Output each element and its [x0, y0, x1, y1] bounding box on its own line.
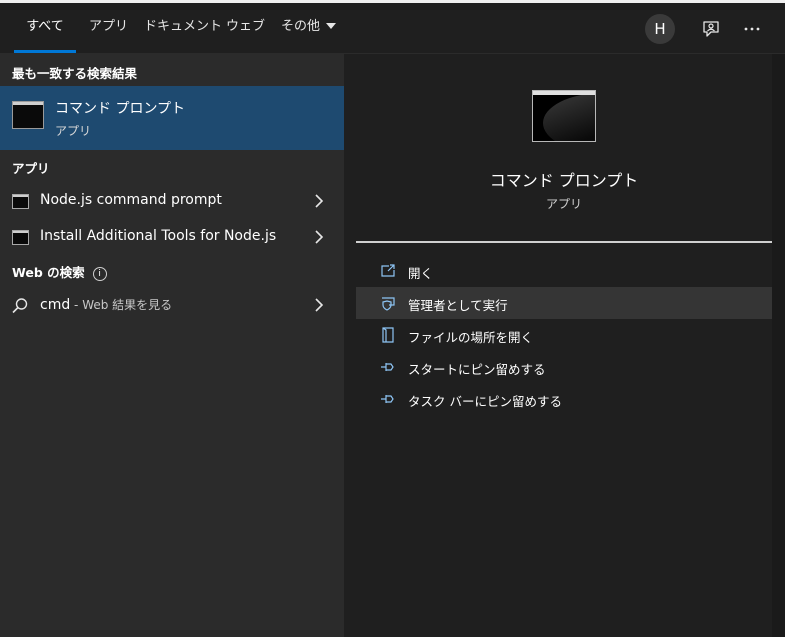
apps-header: アプリ — [12, 161, 50, 176]
best-match-header: 最も一致する検索結果 — [12, 66, 138, 81]
action-open[interactable]: 開く — [356, 255, 772, 287]
tab-documents[interactable]: ドキュメント — [144, 3, 222, 53]
avatar[interactable]: H — [645, 14, 675, 44]
chevron-right-icon[interactable] — [312, 297, 326, 313]
command-prompt-icon — [12, 101, 44, 129]
web-result-label: cmd - Web 結果を見る — [40, 297, 173, 313]
command-prompt-icon — [532, 90, 596, 142]
preview-app-name: コマンド プロンプト — [489, 171, 639, 190]
action-pin-to-taskbar[interactable]: タスク バーにピン留めする — [356, 383, 772, 415]
best-match-subtitle: アプリ — [55, 124, 92, 138]
search-icon — [12, 298, 28, 314]
tab-all[interactable]: すべて — [14, 3, 76, 53]
chevron-down-icon — [326, 22, 337, 29]
web-search-header: Web の検索 i — [12, 262, 107, 281]
file-location-icon — [382, 327, 394, 343]
chevron-right-icon[interactable] — [312, 193, 326, 209]
list-item-nodejs-prompt[interactable]: Node.js command prompt — [0, 185, 344, 217]
list-item-label: Install Additional Tools for Node.js — [40, 228, 277, 244]
console-icon — [12, 194, 29, 209]
web-search-result[interactable]: cmd - Web 結果を見る — [0, 289, 344, 321]
pin-icon — [381, 363, 394, 371]
feedback-person-icon[interactable] — [697, 15, 725, 43]
action-run-as-admin[interactable]: 管理者として実行 — [356, 287, 772, 319]
search-header: すべて アプリ ドキュメント ウェブ その他 H — [0, 3, 785, 54]
list-item-label: Node.js command prompt — [40, 192, 222, 208]
chevron-right-icon[interactable] — [312, 229, 326, 245]
run-as-admin-icon — [382, 297, 395, 311]
more-ellipsis-icon[interactable] — [738, 15, 766, 43]
preview-panel: コマンド プロンプト アプリ 開く 管理者として実行 ファイルの場所を開く スタ… — [356, 66, 772, 637]
info-icon[interactable]: i — [92, 267, 107, 281]
action-pin-to-start[interactable]: スタートにピン留めする — [356, 351, 772, 383]
best-match-title: コマンド プロンプト — [55, 101, 186, 117]
list-item-install-tools[interactable]: Install Additional Tools for Node.js — [0, 221, 344, 253]
console-icon — [12, 230, 29, 245]
tab-more[interactable]: その他 — [281, 3, 337, 53]
search-window: すべて アプリ ドキュメント ウェブ その他 H 最も一致する検索結果 コマンド… — [0, 0, 785, 637]
tab-apps[interactable]: アプリ — [89, 3, 128, 53]
pin-icon — [381, 395, 394, 403]
results-panel: 最も一致する検索結果 コマンド プロンプト アプリ アプリ Node.js co… — [0, 54, 344, 637]
action-open-file-location[interactable]: ファイルの場所を開く — [356, 319, 772, 351]
divider — [356, 241, 772, 243]
preview-app-type: アプリ — [545, 197, 582, 211]
best-match-item[interactable]: コマンド プロンプト アプリ — [0, 86, 344, 150]
open-icon — [381, 264, 395, 277]
tab-web[interactable]: ウェブ — [226, 3, 265, 53]
window-right-edge — [772, 54, 785, 637]
